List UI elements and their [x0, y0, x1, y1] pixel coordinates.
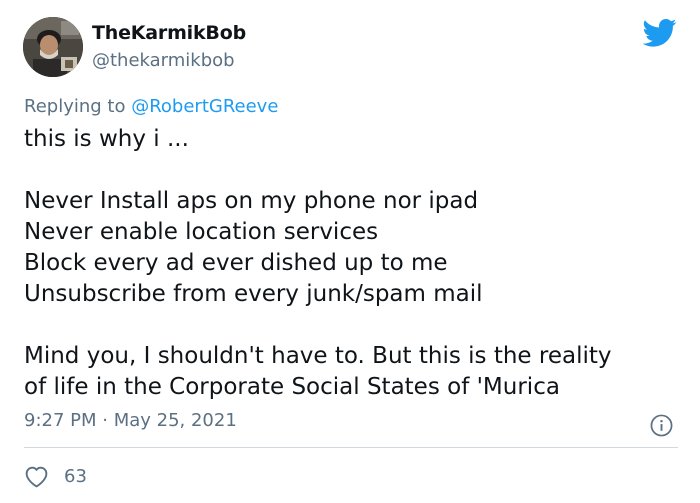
author-display-name[interactable]: TheKarmikBob	[92, 22, 246, 44]
avatar-image	[23, 17, 83, 77]
like-button[interactable]: 63	[24, 462, 87, 490]
divider	[24, 447, 678, 448]
tweet-line: Never enable location services	[24, 219, 379, 245]
heart-icon	[25, 466, 48, 487]
tweet-line: of life in the Corporate Social States o…	[24, 374, 560, 400]
tweet-text: this is why i ... Never Install aps on m…	[24, 124, 684, 403]
tweet-line: Block every ad ever dished up to me	[24, 250, 448, 276]
avatar[interactable]	[23, 17, 83, 77]
reply-mention-link[interactable]: @RobertGReeve	[131, 96, 278, 117]
reply-prefix: Replying to	[24, 96, 126, 117]
author-handle[interactable]: @thekarmikbob	[92, 50, 235, 71]
tweet-line: Mind you, I shouldn't have to. But this …	[24, 343, 612, 369]
info-icon[interactable]	[650, 414, 673, 437]
tweet-line: Unsubscribe from every junk/spam mail	[24, 281, 483, 307]
twitter-bird-icon[interactable]	[642, 18, 677, 48]
reply-context: Replying to @RobertGReeve	[24, 96, 278, 117]
tweet-line: Never Install aps on my phone nor ipad	[24, 188, 479, 214]
tweet-line: this is why i ...	[24, 126, 189, 152]
tweet-timestamp[interactable]: 9:27 PM · May 25, 2021	[24, 410, 237, 431]
like-count: 63	[64, 465, 87, 487]
tweet-card: TheKarmikBob @thekarmikbob Replying to @…	[0, 0, 700, 503]
